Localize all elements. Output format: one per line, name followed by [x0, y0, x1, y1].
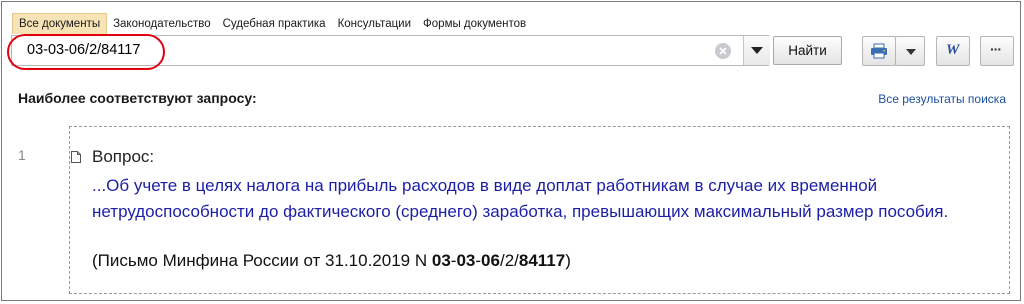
result-number: 1 — [18, 147, 26, 163]
export-word-button[interactable]: W — [936, 36, 970, 66]
source-match: 84117 — [518, 251, 566, 270]
result-title-link[interactable]: ...Об учете в целях налога на прибыль ра… — [92, 173, 992, 225]
printer-icon — [871, 43, 887, 59]
all-results-link[interactable]: Все результаты поиска — [878, 92, 1006, 106]
source-suffix: ) — [565, 251, 571, 270]
word-icon: W — [946, 42, 960, 58]
source-match: 06 — [481, 251, 500, 270]
search-history-dropdown[interactable] — [743, 36, 770, 65]
tab-document-forms[interactable]: Формы документов — [417, 14, 532, 34]
result-type-label: Вопрос: — [92, 147, 155, 166]
chevron-down-icon — [906, 49, 916, 55]
source-part: /2/ — [499, 251, 519, 270]
result-source: (Письмо Минфина России от 31.10.2019 N 0… — [92, 251, 571, 271]
print-options-dropdown[interactable] — [895, 36, 925, 66]
chevron-down-icon — [751, 47, 763, 54]
ellipsis-icon: ··· — [990, 41, 1002, 57]
source-match: 03 — [456, 251, 476, 270]
document-icon — [71, 150, 81, 168]
clear-icon[interactable] — [714, 42, 732, 60]
more-options-button[interactable]: ··· — [980, 36, 1014, 66]
source-match: 03 — [431, 251, 451, 270]
results-heading: Наиболее соответствуют запросу: — [18, 90, 257, 106]
print-button[interactable] — [862, 36, 896, 66]
tab-court-practice[interactable]: Судебная практика — [217, 14, 332, 34]
search-input[interactable]: 03-03-06/2/84117 — [11, 35, 770, 66]
tab-all-documents[interactable]: Все документы — [12, 13, 108, 34]
source-prefix: (Письмо Минфина России от 31.10.2019 N — [92, 251, 432, 270]
search-tabs: Все документы Законодательство Судебная … — [12, 13, 532, 34]
search-input-value: 03-03-06/2/84117 — [27, 42, 141, 58]
tab-legislation[interactable]: Законодательство — [107, 14, 217, 34]
find-button[interactable]: Найти — [773, 36, 842, 65]
tab-consultations[interactable]: Консультации — [332, 14, 417, 34]
app-window: Все документы Законодательство Судебная … — [1, 1, 1021, 301]
